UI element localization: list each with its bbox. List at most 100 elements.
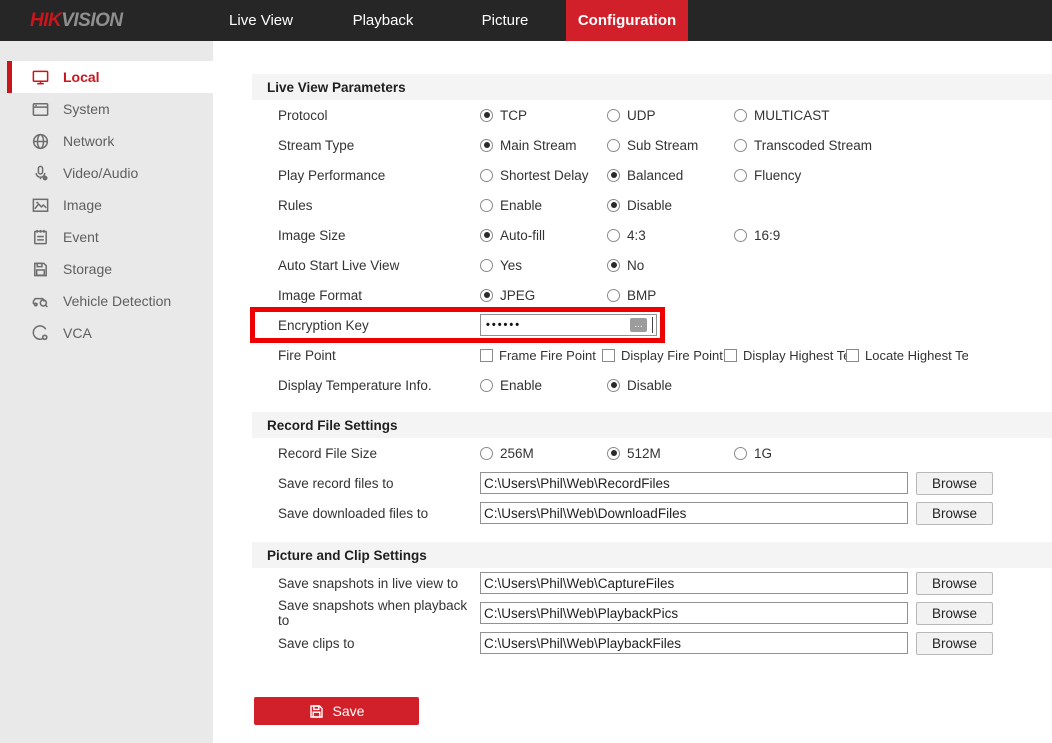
nav-tab-live-view[interactable]: Live View (200, 0, 322, 41)
sidebar-item-local[interactable]: Local (7, 61, 213, 93)
radio-selected-icon[interactable] (607, 259, 620, 272)
logo-vision: VISION (61, 10, 122, 32)
row-fire-point: Fire Point Frame Fire Point Display Fire… (252, 340, 1052, 370)
radio-icon[interactable] (480, 447, 493, 460)
nav-tab-picture[interactable]: Picture (444, 0, 566, 41)
snapshots-live-path-input[interactable] (480, 572, 908, 594)
checkbox-icon[interactable] (846, 349, 859, 362)
radio-selected-icon[interactable] (607, 447, 620, 460)
radio-option-yes[interactable]: Yes (480, 258, 607, 273)
radio-option-fluency[interactable]: Fluency (734, 168, 861, 183)
radio-option-multicast[interactable]: MULTICAST (734, 108, 861, 123)
browse-snapshots-playback-button[interactable]: Browse (916, 602, 993, 625)
radio-option-256m[interactable]: 256M (480, 446, 607, 461)
sidebar-item-label: System (63, 101, 110, 117)
radio-option-shortest-delay[interactable]: Shortest Delay (480, 168, 607, 183)
app-root: HIKVISION Live View Playback Picture Con… (0, 0, 1052, 743)
radio-option-1g[interactable]: 1G (734, 446, 861, 461)
radio-option-bmp[interactable]: BMP (607, 288, 734, 303)
downloaded-files-path-input[interactable] (480, 502, 908, 524)
sidebar-item-vca[interactable]: VCA (0, 317, 213, 349)
sidebar-item-video-audio[interactable]: Video/Audio (0, 157, 213, 189)
section-header-picture-clip-settings: Picture and Clip Settings (252, 542, 1052, 568)
row-save-downloaded-files: Save downloaded files to Browse (252, 498, 1052, 528)
radio-option-512m[interactable]: 512M (607, 446, 734, 461)
row-label: Fire Point (252, 348, 480, 363)
sidebar-item-label: Event (63, 229, 99, 245)
browse-snapshots-live-button[interactable]: Browse (916, 572, 993, 595)
radio-option-udp[interactable]: UDP (607, 108, 734, 123)
browse-clips-button[interactable]: Browse (916, 632, 993, 655)
row-label: Image Size (252, 228, 480, 243)
sidebar-item-network[interactable]: Network (0, 125, 213, 157)
save-button-label: Save (333, 703, 365, 719)
checkbox-option-frame-fire-point[interactable]: Frame Fire Point (480, 348, 602, 363)
radio-icon[interactable] (480, 379, 493, 392)
sidebar-item-label: Storage (63, 261, 112, 277)
radio-icon[interactable] (734, 169, 747, 182)
row-label: Save record files to (252, 476, 480, 491)
radio-selected-icon[interactable] (607, 169, 620, 182)
radio-icon[interactable] (480, 169, 493, 182)
radio-selected-icon[interactable] (480, 229, 493, 242)
radio-icon[interactable] (607, 139, 620, 152)
radio-icon[interactable] (734, 139, 747, 152)
snapshots-playback-path-input[interactable] (480, 602, 908, 624)
section-header-record-file-settings: Record File Settings (252, 412, 1052, 438)
sidebar-item-system[interactable]: System (0, 93, 213, 125)
radio-selected-icon[interactable] (480, 109, 493, 122)
radio-selected-icon[interactable] (607, 199, 620, 212)
checkbox-option-locate-highest-temp[interactable]: Locate Highest Te... (846, 348, 968, 363)
radio-option-temp-enable[interactable]: Enable (480, 378, 607, 393)
radio-selected-icon[interactable] (480, 289, 493, 302)
browse-record-files-button[interactable]: Browse (916, 472, 993, 495)
radio-selected-icon[interactable] (480, 139, 493, 152)
radio-option-16-9[interactable]: 16:9 (734, 228, 861, 243)
section-header-live-view-parameters: Live View Parameters (252, 74, 1052, 100)
row-label: Record File Size (252, 446, 480, 461)
radio-icon[interactable] (480, 259, 493, 272)
top-navbar: HIKVISION Live View Playback Picture Con… (0, 0, 1052, 41)
row-save-snapshots-playback: Save snapshots when playback to Browse (252, 598, 1052, 628)
checkbox-icon[interactable] (602, 349, 615, 362)
sidebar-item-label: Vehicle Detection (63, 293, 171, 309)
radio-icon[interactable] (607, 229, 620, 242)
radio-option-transcoded-stream[interactable]: Transcoded Stream (734, 138, 861, 153)
sidebar-item-event[interactable]: Event (0, 221, 213, 253)
radio-option-main-stream[interactable]: Main Stream (480, 138, 607, 153)
radio-option-temp-disable[interactable]: Disable (607, 378, 734, 393)
radio-option-no[interactable]: No (607, 258, 734, 273)
row-protocol: Protocol TCP UDP MULTICAST (252, 100, 1052, 130)
radio-option-balanced[interactable]: Balanced (607, 168, 734, 183)
radio-icon[interactable] (480, 199, 493, 212)
save-button[interactable]: Save (254, 697, 419, 725)
checkbox-option-display-highest-temp[interactable]: Display Highest Te... (724, 348, 846, 363)
browse-downloaded-files-button[interactable]: Browse (916, 502, 993, 525)
record-files-path-input[interactable] (480, 472, 908, 494)
radio-icon[interactable] (734, 109, 747, 122)
radio-icon[interactable] (607, 109, 620, 122)
radio-icon[interactable] (734, 447, 747, 460)
logo-hik: HIK (30, 10, 61, 32)
sidebar-item-vehicle-detection[interactable]: Vehicle Detection (0, 285, 213, 317)
sidebar-item-image[interactable]: Image (0, 189, 213, 221)
checkbox-icon[interactable] (480, 349, 493, 362)
radio-option-jpeg[interactable]: JPEG (480, 288, 607, 303)
radio-option-tcp[interactable]: TCP (480, 108, 607, 123)
radio-icon[interactable] (734, 229, 747, 242)
radio-icon[interactable] (607, 289, 620, 302)
radio-option-rules-disable[interactable]: Disable (607, 198, 734, 213)
clips-path-input[interactable] (480, 632, 908, 654)
nav-tab-playback[interactable]: Playback (322, 0, 444, 41)
checkbox-option-display-fire-point[interactable]: Display Fire Point... (602, 348, 724, 363)
radio-option-sub-stream[interactable]: Sub Stream (607, 138, 734, 153)
sidebar-item-storage[interactable]: Storage (0, 253, 213, 285)
globe-icon (30, 131, 50, 151)
radio-option-4-3[interactable]: 4:3 (607, 228, 734, 243)
nav-tab-configuration[interactable]: Configuration (566, 0, 688, 41)
radio-option-rules-enable[interactable]: Enable (480, 198, 607, 213)
ellipsis-button[interactable]: ... (630, 318, 647, 332)
radio-option-auto-fill[interactable]: Auto-fill (480, 228, 607, 243)
checkbox-icon[interactable] (724, 349, 737, 362)
radio-selected-icon[interactable] (607, 379, 620, 392)
